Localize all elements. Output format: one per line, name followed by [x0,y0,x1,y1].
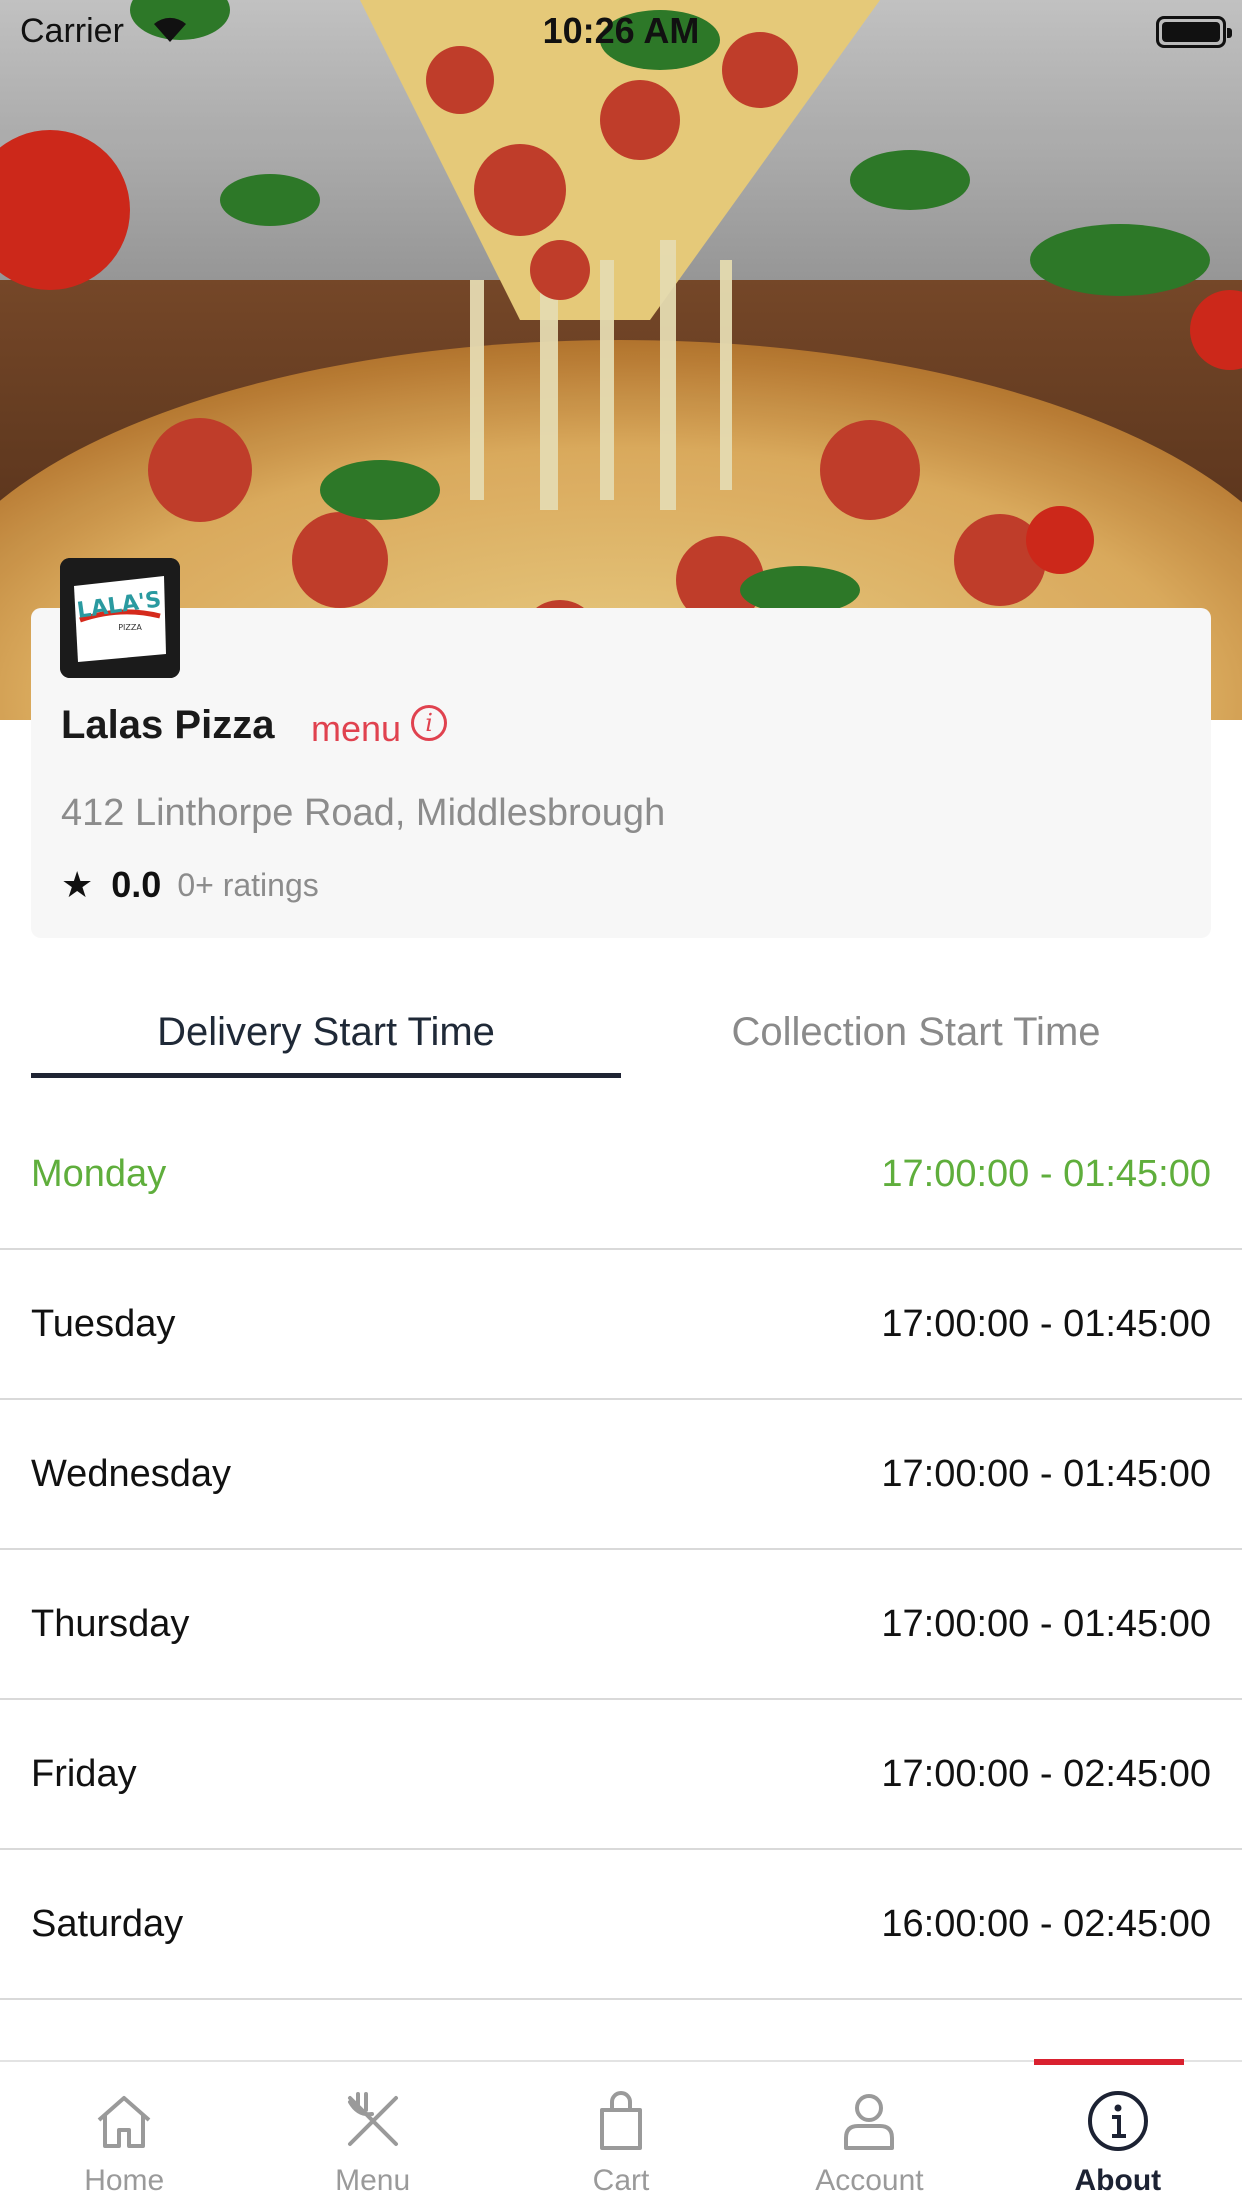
home-icon [97,2096,151,2148]
hours-label: 17:00:00 - 01:45:00 [881,1602,1211,1645]
nav-menu-label: Menu [335,2164,411,2197]
svg-text:PIZZA: PIZZA [118,623,142,632]
time-tabs: Delivery Start Time Collection Start Tim… [31,1000,1211,1082]
list-item: Tuesday 17:00:00 - 01:45:00 [0,1250,1242,1400]
tab-collection-start-time[interactable]: Collection Start Time [621,1000,1211,1082]
nav-about[interactable]: About [994,2059,1242,2208]
info-icon: i [411,705,448,741]
list-item: Friday 17:00:00 - 02:45:00 [0,1700,1242,1850]
nav-home-label: Home [84,2164,165,2197]
hours-label: 17:00:00 - 01:45:00 [881,1152,1211,1195]
nav-cart[interactable]: Cart [497,2062,745,2208]
hours-label: 17:00:00 - 01:45:00 [881,1452,1211,1495]
nav-about-label: About [1074,2164,1162,2197]
star-icon: ★ [61,864,94,905]
store-logo: LALA'S PIZZA [60,558,180,678]
info-icon [1087,2091,1148,2151]
hours-label: 17:00:00 - 01:45:00 [881,1302,1211,1345]
menu-link-label: menu [311,708,402,749]
day-label: Tuesday [31,1302,176,1345]
tab-delivery-start-time[interactable]: Delivery Start Time [31,1000,621,1082]
hours-label: 16:00:00 - 02:45:00 [881,1902,1211,1945]
list-item: Monday 17:00:00 - 01:45:00 [0,1100,1242,1250]
store-address: 412 Linthorpe Road, Middlesbrough [61,792,666,834]
menu-info-link[interactable]: menu i [311,705,448,750]
list-item: Thursday 17:00:00 - 01:45:00 [0,1550,1242,1700]
opening-hours-list: Monday 17:00:00 - 01:45:00 Tuesday 17:00… [0,1100,1242,2000]
day-label: Friday [31,1752,137,1795]
day-label: Thursday [31,1602,190,1645]
nav-menu[interactable]: Menu [248,2062,496,2208]
day-label: Monday [31,1152,167,1195]
nav-account[interactable]: Account [745,2062,993,2208]
store-rating: ★ 0.0 0+ ratings [61,864,319,906]
store-name: Lalas Pizza [61,703,275,747]
list-item: Saturday 16:00:00 - 02:45:00 [0,1850,1242,2000]
nav-cart-label: Cart [592,2164,650,2197]
active-tab-indicator [1033,2059,1184,2065]
battery-icon [1156,16,1232,48]
fork-knife-icon [347,2092,398,2146]
shopping-bag-icon [600,2091,643,2150]
hours-label: 17:00:00 - 02:45:00 [881,1752,1211,1795]
nav-account-label: Account [815,2164,924,2197]
day-label: Wednesday [31,1452,231,1495]
day-label: Saturday [31,1902,184,1945]
user-icon [844,2094,895,2150]
bottom-tab-bar: Home Menu Cart Account About [0,2059,1242,2208]
status-bar: Carrier 10:26 AM [0,0,1242,62]
list-item: Wednesday 17:00:00 - 01:45:00 [0,1400,1242,1550]
rating-count: 0+ ratings [177,866,319,903]
status-time: 10:26 AM [542,10,700,51]
rating-value: 0.0 [111,864,162,905]
nav-home[interactable]: Home [0,2062,248,2208]
